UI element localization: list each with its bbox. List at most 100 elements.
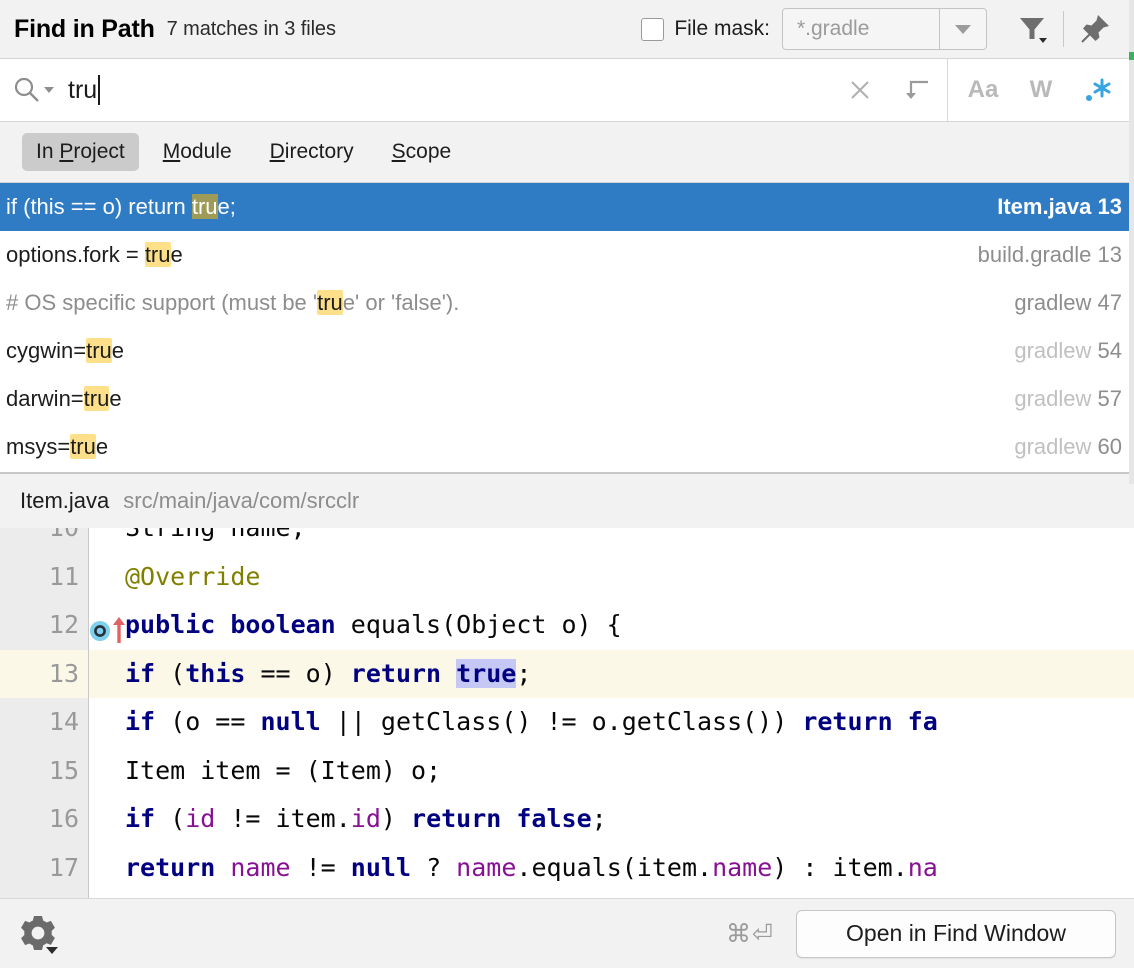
- line-number: 12: [0, 601, 88, 650]
- result-before: cygwin=: [6, 338, 86, 363]
- file-mask-dropdown-arrow[interactable]: [939, 9, 986, 49]
- text-caret: [98, 75, 100, 105]
- tab-scope-post: cope: [406, 140, 452, 163]
- line-number: 10: [0, 528, 88, 553]
- table-row[interactable]: if (this == o) return true; Item.java 13: [0, 183, 1134, 231]
- result-match: tru: [70, 434, 96, 459]
- file-mask-label: File mask:: [674, 17, 770, 41]
- result-location: gradlew 54: [1014, 338, 1122, 364]
- code-text: .equals(item.: [516, 853, 712, 882]
- tab-in-project-post: roject: [73, 140, 124, 163]
- result-file: gradlew: [1014, 434, 1091, 459]
- result-file: gradlew: [1014, 338, 1091, 363]
- file-mask-checkbox[interactable]: [641, 18, 664, 41]
- result-after: e: [171, 242, 183, 267]
- file-mask-group: File mask: *.gradle: [641, 8, 987, 50]
- file-mask-value[interactable]: *.gradle: [783, 9, 939, 49]
- code-text: != item.: [215, 804, 350, 833]
- tab-directory-post: irectory: [285, 140, 354, 163]
- result-location: Item.java 13: [997, 194, 1122, 220]
- code-keyword: null: [260, 707, 320, 736]
- words-toggle[interactable]: W: [1012, 60, 1070, 120]
- results-list[interactable]: if (this == o) return true; Item.java 13…: [0, 183, 1134, 472]
- gear-icon[interactable]: [16, 911, 62, 957]
- tab-in-project-mnemonic: P: [59, 140, 73, 163]
- code-text: !=: [291, 853, 351, 882]
- result-match: tru: [317, 290, 343, 315]
- result-file: gradlew: [1014, 290, 1091, 315]
- filter-funnel-icon[interactable]: [1005, 5, 1059, 53]
- code-text: Item item = (Item) o;: [89, 747, 441, 796]
- result-text: options.fork = true: [6, 242, 183, 268]
- tab-in-project[interactable]: In Project: [22, 133, 139, 171]
- code-text: == o): [245, 659, 350, 688]
- regex-toggle[interactable]: [1070, 60, 1128, 120]
- code-line-17: return name != null ? name.equals(item.n…: [89, 844, 1134, 893]
- clear-x-icon[interactable]: [831, 60, 889, 120]
- result-location: gradlew 57: [1014, 386, 1122, 412]
- code-keyword: if: [125, 659, 170, 688]
- code-keyword: if: [125, 707, 170, 736]
- result-match: tru: [84, 386, 110, 411]
- code-text: (: [170, 804, 185, 833]
- open-in-find-window-button[interactable]: Open in Find Window: [796, 910, 1116, 958]
- scope-tabs: In Project Module Directory Scope: [0, 122, 1134, 183]
- search-history-chevron-icon[interactable]: [44, 87, 54, 93]
- result-line: 57: [1098, 386, 1122, 411]
- match-case-toggle[interactable]: Aa: [954, 60, 1012, 120]
- code-keyword: return: [125, 853, 230, 882]
- header-divider: [1063, 11, 1064, 47]
- result-before: msys=: [6, 434, 70, 459]
- code-field: name: [456, 853, 516, 882]
- chevron-down-icon: [955, 25, 971, 34]
- code-text-area[interactable]: String name; @Override public boolean eq…: [88, 528, 1134, 898]
- table-row[interactable]: darwin=true gradlew 57: [0, 375, 1134, 423]
- result-file: build.gradle: [978, 242, 1092, 267]
- result-file: gradlew: [1014, 386, 1091, 411]
- result-before: # OS specific support (must be ': [6, 290, 317, 315]
- line-number: 17: [0, 844, 88, 893]
- result-line: 54: [1098, 338, 1122, 363]
- right-edge-strip: [1129, 0, 1134, 484]
- search-row: tru Aa W: [0, 58, 1134, 122]
- tab-scope[interactable]: Scope: [378, 133, 466, 171]
- code-field: id: [185, 804, 215, 833]
- result-text: darwin=true: [6, 386, 122, 412]
- line-number: 11: [0, 553, 88, 602]
- tab-directory[interactable]: Directory: [256, 133, 368, 171]
- code-lines: String name; @Override public boolean eq…: [89, 528, 1134, 892]
- result-text: # OS specific support (must be 'true' or…: [6, 290, 459, 316]
- file-mask-combo[interactable]: *.gradle: [782, 8, 987, 50]
- result-match: tru: [192, 194, 218, 219]
- tab-module[interactable]: Module: [149, 133, 246, 171]
- editor-gutter[interactable]: 10 11 12 13 14 15 16: [0, 528, 88, 898]
- preview-file-name: Item.java: [20, 488, 109, 514]
- code-keyword: null: [351, 853, 411, 882]
- result-before: darwin=: [6, 386, 84, 411]
- result-after: e;: [218, 194, 236, 219]
- search-magnifier-icon[interactable]: [12, 75, 54, 105]
- code-text: ): [381, 804, 411, 833]
- search-input-area[interactable]: tru: [0, 59, 831, 121]
- code-preview[interactable]: 10 11 12 13 14 15 16: [0, 528, 1134, 898]
- table-row[interactable]: # OS specific support (must be 'true' or…: [0, 279, 1134, 327]
- result-line: 60: [1098, 434, 1122, 459]
- result-location: gradlew 60: [1014, 434, 1122, 460]
- result-line: 13: [1098, 194, 1122, 219]
- line-number: 15: [0, 747, 88, 796]
- pin-icon[interactable]: [1068, 5, 1122, 53]
- return-arrow-icon[interactable]: [889, 60, 947, 120]
- table-row[interactable]: msys=true gradlew 60: [0, 423, 1134, 471]
- result-after: e' or 'false').: [343, 290, 460, 315]
- table-row[interactable]: options.fork = true build.gradle 13: [0, 231, 1134, 279]
- table-row[interactable]: cygwin=true gradlew 54: [0, 327, 1134, 375]
- result-after: e: [112, 338, 124, 363]
- code-line-13: if (this == o) return true;: [89, 650, 1134, 699]
- code-line-12: public boolean equals(Object o) {: [89, 601, 1134, 650]
- header-icon-group: [1005, 5, 1122, 53]
- code-field: na: [908, 853, 938, 882]
- search-actions: [831, 59, 947, 121]
- code-line-14: if (o == null || getClass() != o.getClas…: [89, 698, 1134, 747]
- line-number-text: 12: [49, 610, 79, 639]
- search-input[interactable]: tru: [68, 76, 97, 105]
